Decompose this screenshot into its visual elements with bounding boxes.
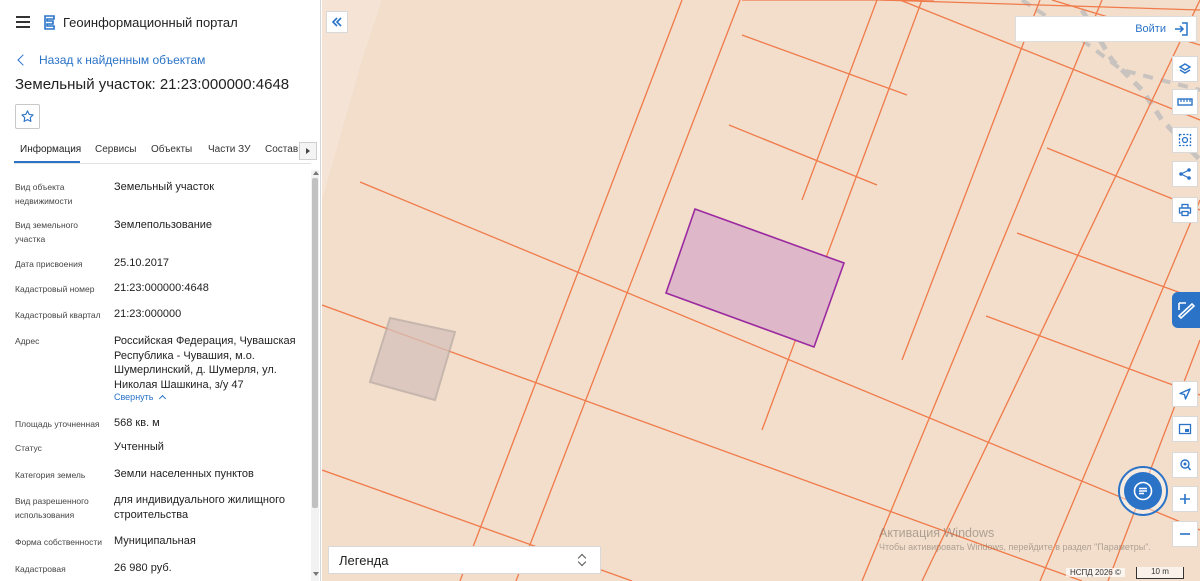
parcel-map [322,0,1200,581]
panel-header: Геоинформационный портал [0,0,320,46]
active-tab-indicator [14,161,80,163]
attributes-list: Вид объекта недвижимости Земельный участ… [0,170,310,581]
navigate-icon [1179,388,1191,400]
login-label: Войти [1135,23,1166,35]
attribute-label: Вид земельного участка [15,220,79,244]
select-area-icon [1178,133,1192,147]
chat-button[interactable] [1118,466,1168,516]
map-scale-bar: 10 m [1136,567,1184,579]
chat-icon [1133,481,1153,501]
collapse-label: Свернуть [114,392,154,402]
attribute-value: 25.10.2017 [114,257,170,269]
tabs-divider [14,163,311,164]
favorite-button[interactable] [15,104,40,129]
tab-composition[interactable]: Состав [265,144,298,155]
print-icon [1178,203,1192,217]
attribute-label: Форма собственности [15,537,102,547]
building-footprint [368,316,457,402]
tab-objects[interactable]: Объекты [151,144,192,155]
map-canvas[interactable] [322,0,1200,581]
selected-parcel[interactable] [664,207,846,349]
zoom-in-icon [1180,494,1190,504]
tab-bar: Информация Сервисы Объекты Части ЗУ Сост… [14,140,319,164]
attribute-label: Площадь уточненная [15,419,100,429]
chat-button-core [1124,472,1162,510]
info-panel: Геоинформационный портал Назад к найденн… [0,0,321,581]
attribute-label: Дата присвоения [15,259,83,269]
portal-logo-icon [44,15,55,30]
menu-icon[interactable] [16,16,30,28]
attribute-value: Учтенный [114,441,164,453]
legend-label: Легенда [339,552,389,568]
attribute-label: Кадастровый номер [15,284,95,294]
ruler-icon [1177,98,1193,106]
tabs-scroll-right-button[interactable] [299,142,317,160]
print-button[interactable] [1172,197,1198,223]
scroll-up-arrow-icon[interactable] [313,171,319,175]
attribute-value: Муниципальная [114,535,196,547]
portal-title: Геоинформационный портал [63,15,238,30]
scale-label: 10 m [1151,567,1169,576]
attribute-label: Вид объекта недвижимости [15,182,73,206]
attribute-value: 21:23:000000 [114,308,182,320]
windows-activation-title: Активация Windows [879,526,995,540]
share-button[interactable] [1172,161,1198,187]
address-value: Российская Федерация, Чувашская Республи… [114,335,296,391]
navigate-button[interactable] [1172,381,1198,407]
attribute-label: Кадастровый квартал [15,310,101,320]
tab-parcel-parts[interactable]: Части ЗУ [208,144,250,155]
zoom-out-icon [1180,533,1190,535]
attribute-value: для индивидуального жилищного строительс… [114,494,286,521]
chevron-up-icon [159,394,167,403]
tab-information[interactable]: Информация [20,144,81,155]
attribute-value: 568 кв. м [114,417,160,429]
zoom-out-button[interactable] [1172,521,1198,547]
back-to-results-link[interactable]: Назад к найденным объектам [16,51,205,69]
attribute-value: Земельный участок [114,181,215,193]
chevron-up-down-icon [578,553,588,567]
legend-dropdown[interactable]: Легенда [328,546,601,574]
login-icon [1175,22,1188,36]
double-chevron-left-icon [331,17,342,27]
ruler-button[interactable] [1172,89,1198,115]
attribute-value: 26 980 руб. [114,562,172,574]
attribute-label: Кадастровая [15,564,66,574]
scroll-down-arrow-icon[interactable] [313,572,319,576]
map-copyright: НСПД 2026 © [1066,568,1125,577]
address-collapse-link[interactable]: Свернуть [114,392,167,403]
attribute-value: Землепользование [114,219,213,231]
attribute-label: Статус [15,443,42,453]
back-link-label: Назад к найденным объектам [39,53,206,67]
star-icon [21,110,34,122]
attribute-value: 21:23:000000:4648 [114,282,209,294]
layers-button[interactable] [1172,56,1198,82]
scrollbar-thumb[interactable] [312,178,318,508]
layers-icon [1178,63,1192,74]
attribute-label: Категория земель [15,470,86,480]
picture-in-picture-button[interactable] [1172,416,1198,442]
object-title: Земельный участок: 21:23:000000:4648 [15,76,290,93]
attribute-label: Вид разрешенного использования [15,496,89,520]
attribute-label: Адрес [15,336,40,346]
location-search-icon [1180,459,1192,471]
side-panel-toggle[interactable] [1172,292,1200,328]
share-icon [1179,168,1191,180]
collapse-panel-button[interactable] [326,11,348,33]
picture-in-picture-icon [1178,423,1192,435]
chevron-left-icon [17,54,29,66]
location-search-button[interactable] [1172,452,1198,478]
tab-services[interactable]: Сервисы [95,144,136,155]
login-button[interactable]: Войти [1015,16,1197,42]
select-area-button[interactable] [1172,127,1198,153]
ruler-pencil-icon [1177,302,1196,320]
zoom-in-button[interactable] [1172,486,1198,512]
attribute-value: Земли населенных пунктов [114,468,254,480]
windows-activation-subtitle: Чтобы активировать Windows, перейдите в … [879,542,1151,552]
